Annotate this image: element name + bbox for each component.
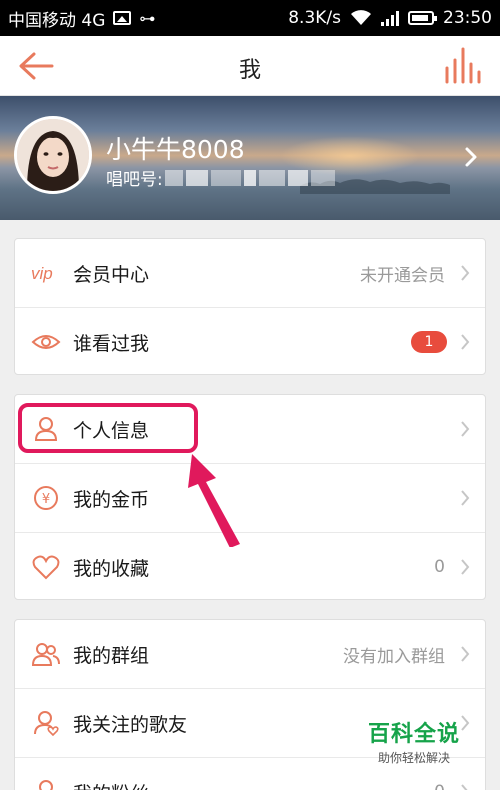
svg-text:¥: ¥ — [42, 492, 50, 507]
menu-value: 没有加入群组 — [343, 646, 445, 667]
follow-icon — [31, 708, 61, 738]
chevron-right-icon — [461, 784, 468, 790]
fans-icon — [31, 777, 61, 790]
profile-banner[interactable]: 小牛牛8008 唱吧号: — [0, 96, 500, 220]
wifi-icon — [351, 10, 371, 25]
clock-time: 23:50 — [443, 8, 492, 28]
svg-text:vip: vip — [31, 264, 53, 283]
page-title: 我 — [238, 58, 261, 83]
menu-label: 会员中心 — [73, 263, 150, 286]
signal-icon — [381, 10, 399, 26]
highlight-box — [18, 403, 198, 453]
avatar-portrait — [17, 119, 89, 191]
menu-label: 我的收藏 — [73, 557, 150, 580]
menu-label: 我关注的歌友 — [73, 713, 188, 736]
menu-item-visitors[interactable]: 谁看过我 1 — [15, 308, 485, 376]
menu-label: 谁看过我 — [73, 332, 150, 355]
status-bar: 中国移动 4G ⊶ 8.3K/s 23:50 — [0, 0, 500, 36]
title-bar: 我 — [0, 36, 500, 96]
group-icon — [31, 639, 61, 669]
menu-item-coins[interactable]: ¥ 我的金币 — [15, 464, 485, 532]
chevron-right-icon — [461, 559, 470, 575]
menu-value: 未开通会员 — [360, 265, 445, 286]
pointer-arrow-icon — [188, 454, 240, 547]
user-id-label: 唱吧号: — [106, 170, 163, 190]
key-icon: ⊶ — [139, 8, 156, 28]
network-speed: 8.3K/s — [288, 8, 341, 28]
battery-icon — [408, 11, 437, 25]
chevron-right-icon — [461, 265, 470, 281]
menu-item-groups[interactable]: 我的群组 没有加入群组 — [15, 620, 485, 688]
watermark-subtitle: 助你轻松解决 — [377, 751, 450, 765]
heart-icon — [31, 552, 61, 582]
watermark: 百科全说 助你轻松解决 — [368, 716, 460, 766]
image-notification-icon — [113, 11, 132, 25]
chevron-right-icon — [465, 147, 477, 167]
menu-item-vip-center[interactable]: vip 会员中心 未开通会员 — [15, 239, 485, 307]
menu-value: 0 — [434, 557, 445, 577]
menu-label: 我的群组 — [73, 644, 150, 667]
carrier-text: 中国移动 4G — [8, 10, 106, 31]
menu-label: 我的金币 — [73, 488, 150, 511]
vip-icon: vip — [31, 258, 61, 288]
chevron-right-icon — [461, 715, 470, 731]
chevron-right-icon — [461, 490, 470, 506]
user-id: 唱吧号: — [106, 165, 335, 190]
coin-icon: ¥ — [31, 483, 61, 513]
bar-chart-icon[interactable] — [442, 46, 482, 86]
menu-item-favorites[interactable]: 我的收藏 0 — [15, 533, 485, 601]
avatar[interactable] — [14, 116, 92, 194]
menu-section-1: vip 会员中心 未开通会员 谁看过我 1 — [14, 238, 486, 375]
menu-label: 我的粉丝 — [73, 779, 149, 790]
chevron-right-icon — [461, 421, 470, 437]
id-mosaic — [164, 169, 335, 186]
username: 小牛牛8008 — [106, 135, 245, 164]
notification-badge: 1 — [411, 331, 447, 353]
menu-value: 0 — [434, 782, 445, 790]
chevron-right-icon — [461, 646, 470, 662]
watermark-title: 百科全说 — [367, 722, 460, 747]
chevron-right-icon — [461, 334, 470, 350]
eye-icon — [31, 327, 61, 357]
